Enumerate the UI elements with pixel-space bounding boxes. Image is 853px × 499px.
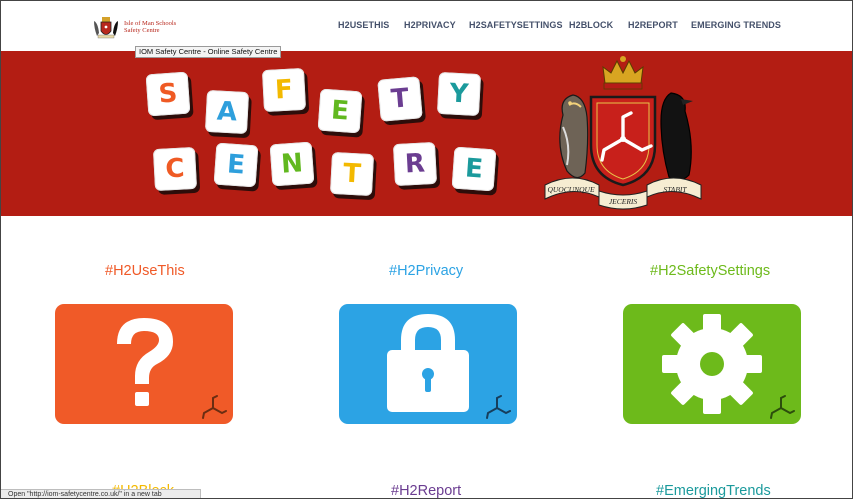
- nav-item-h2report[interactable]: H2REPORT: [628, 20, 678, 30]
- coat-of-arms-icon: QUOCUNQUE JECERIS STABIT: [544, 56, 702, 210]
- site-header: Isle of Man Schools Safety Centre H2USET…: [1, 1, 852, 51]
- browser-status-bar: Open "http://iom-safetycentre.co.uk/" in…: [1, 489, 201, 498]
- hero-tile-t: T: [377, 76, 423, 122]
- card-title-emerging-trends[interactable]: #EmergingTrends: [656, 483, 771, 498]
- nav-item-emerging-trends[interactable]: EMERGING TRENDS: [691, 20, 781, 30]
- gear-icon: [662, 314, 795, 419]
- hero-tile-f: F: [261, 67, 307, 113]
- card-h2safetysettings[interactable]: [623, 304, 801, 424]
- motto-word-2: JECERIS: [609, 197, 638, 206]
- padlock-icon: [387, 314, 511, 419]
- card-h2usethis[interactable]: [55, 304, 233, 424]
- triskelion-icon: [770, 395, 795, 419]
- main-nav: H2USETHIS H2PRIVACY H2SAFETYSETTINGS H2B…: [1, 20, 852, 34]
- hero-banner: S A F E T Y C E N T R E: [1, 51, 852, 216]
- hero-tile-e: E: [317, 88, 363, 134]
- hero-tile-y: Y: [436, 71, 482, 117]
- card-title-h2privacy[interactable]: #H2Privacy: [389, 263, 463, 279]
- card-title-h2report[interactable]: #H2Report: [391, 483, 461, 498]
- motto-word-1: QUOCUNQUE: [547, 185, 595, 194]
- hero-tile-n: N: [269, 141, 315, 187]
- card-title-h2usethis[interactable]: #H2UseThis: [105, 263, 185, 279]
- browser-viewport: Isle of Man Schools Safety Centre H2USET…: [0, 0, 853, 499]
- hero-tile-e2: E: [213, 142, 259, 188]
- card-h2privacy[interactable]: [339, 304, 517, 424]
- hero-tile-r: R: [392, 141, 438, 187]
- logo-tooltip: IOM Safety Centre - Online Safety Centre: [135, 46, 282, 58]
- triskelion-icon: [202, 395, 227, 419]
- nav-item-h2usethis[interactable]: H2USETHIS: [338, 20, 389, 30]
- question-mark-icon: [117, 318, 227, 419]
- motto-word-3: STABIT: [663, 185, 687, 194]
- hero-tile-c: C: [152, 146, 198, 192]
- nav-item-h2safetysettings[interactable]: H2SAFETYSETTINGS: [469, 20, 563, 30]
- hero-tile-a: A: [204, 89, 250, 135]
- hero-tile-s: S: [145, 71, 191, 117]
- hero-tile-t2: T: [329, 151, 375, 197]
- nav-item-h2privacy[interactable]: H2PRIVACY: [404, 20, 456, 30]
- hero-tile-e3: E: [451, 146, 497, 192]
- triskelion-icon: [486, 395, 511, 419]
- nav-item-h2block[interactable]: H2BLOCK: [569, 20, 613, 30]
- card-title-h2safetysettings[interactable]: #H2SafetySettings: [650, 263, 770, 279]
